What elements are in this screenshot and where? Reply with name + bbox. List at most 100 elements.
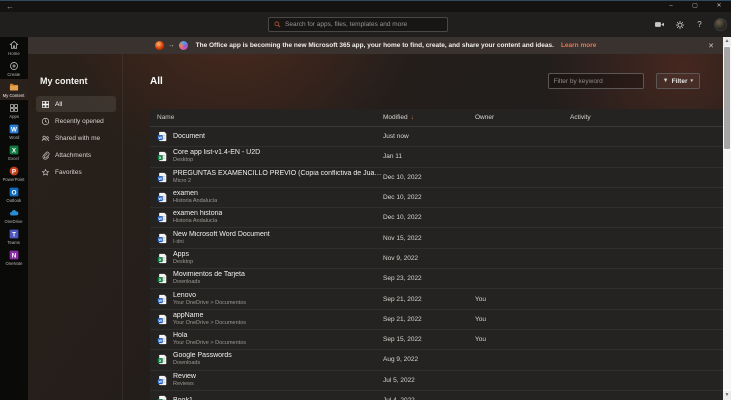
table-row[interactable]: X Movimientos de Tarjeta Downloads Sep 2… bbox=[150, 269, 723, 289]
help-icon[interactable]: ? bbox=[694, 19, 705, 30]
nav-rail-item-apps[interactable]: Apps bbox=[0, 100, 28, 121]
table-row[interactable]: X Apps Desktop Nov 9, 2022 bbox=[150, 249, 723, 269]
file-location: Desktop bbox=[173, 157, 260, 164]
settings-gear-icon[interactable] bbox=[674, 19, 685, 30]
filter-button[interactable]: ▼ Filter ▾ bbox=[656, 73, 700, 89]
sidebar-item-recent[interactable]: Recently opened bbox=[36, 113, 116, 129]
table-row[interactable]: W Lenovo Your OneDrive > Documentos Sep … bbox=[150, 289, 723, 309]
nav-rail-item-label: Teams bbox=[8, 240, 21, 245]
close-button[interactable]: ✕ bbox=[707, 1, 731, 12]
sidebar-item-attachments[interactable]: Attachments bbox=[36, 147, 116, 163]
table-row[interactable]: W appName Your OneDrive > Documentos Sep… bbox=[150, 310, 723, 330]
file-location: Reviews bbox=[173, 381, 196, 388]
svg-text:P: P bbox=[12, 168, 16, 175]
table-row[interactable]: W PREGUNTAS EXAMENCILLO PREVIO (Copia co… bbox=[150, 168, 723, 188]
search-box[interactable] bbox=[268, 17, 448, 32]
word-icon: W bbox=[9, 124, 19, 134]
clock-icon bbox=[41, 117, 50, 126]
file-location: Historia Andalucía bbox=[173, 218, 222, 225]
file-table: Name Modified↓ Owner Activity W Docume bbox=[150, 109, 723, 400]
table-row[interactable]: W examen Historia Andalucía Dec 10, 2022 bbox=[150, 188, 723, 208]
powerpoint-icon: P bbox=[9, 166, 19, 176]
nav-rail-item-excel[interactable]: X Excel bbox=[0, 142, 28, 163]
learn-more-link[interactable]: Learn more bbox=[561, 42, 596, 49]
file-modified: Sep 21, 2022 bbox=[383, 296, 475, 303]
nav-rail-item-onenote[interactable]: N OneNote bbox=[0, 247, 28, 268]
file-location: I-dni bbox=[173, 239, 270, 246]
file-modified: Nov 15, 2022 bbox=[383, 235, 475, 242]
file-modified: Jan 11 bbox=[383, 153, 475, 160]
nav-rail-item-teams[interactable]: T Teams bbox=[0, 226, 28, 247]
scroll-up-icon[interactable]: ▲ bbox=[723, 37, 731, 46]
file-name: Core app list-v1.4-EN - U2D bbox=[173, 149, 260, 157]
file-name: Review bbox=[173, 373, 196, 381]
nav-rail-item-word[interactable]: W Word bbox=[0, 121, 28, 142]
svg-text:W: W bbox=[158, 318, 162, 323]
table-row[interactable]: X Book1 Jul 4, 2022 bbox=[150, 391, 723, 400]
nav-rail-item-create[interactable]: Create bbox=[0, 58, 28, 79]
excel-file-icon: X bbox=[157, 273, 167, 284]
table-row[interactable]: W Review Reviews Jul 5, 2022 bbox=[150, 371, 723, 391]
scroll-down-icon[interactable]: ▼ bbox=[723, 391, 731, 400]
file-name: examen historia bbox=[173, 210, 222, 218]
meet-now-icon[interactable] bbox=[654, 19, 665, 30]
table-row[interactable]: W Document Just now bbox=[150, 127, 723, 147]
nav-rail-item-mycontent[interactable]: My Content bbox=[0, 79, 28, 100]
sidebar-item-label: Recently opened bbox=[55, 118, 104, 125]
word-file-icon: W bbox=[157, 294, 167, 305]
filter-keyword-input[interactable] bbox=[548, 73, 644, 89]
table-row[interactable]: X Google Passwords Downloads Aug 9, 2022 bbox=[150, 350, 723, 370]
file-modified: Sep 23, 2022 bbox=[383, 275, 475, 282]
file-location: Your OneDrive > Documentos bbox=[173, 340, 246, 347]
scrollbar-thumb[interactable] bbox=[724, 47, 730, 149]
file-owner: You bbox=[475, 336, 570, 343]
table-row[interactable]: W New Microsoft Word Document I-dni Nov … bbox=[150, 228, 723, 248]
sidebar-item-label: Attachments bbox=[55, 152, 91, 159]
sidebar-item-favorites[interactable]: Favorites bbox=[36, 164, 116, 180]
file-modified: Dec 10, 2022 bbox=[383, 174, 475, 181]
column-header-activity[interactable]: Activity bbox=[570, 114, 723, 121]
file-name: examen bbox=[173, 190, 217, 198]
table-row[interactable]: X Core app list-v1.4-EN - U2D Desktop Ja… bbox=[150, 147, 723, 167]
sidebar-item-label: All bbox=[55, 101, 62, 108]
word-file-icon: W bbox=[157, 192, 167, 203]
window-controls: – ▢ ✕ bbox=[659, 1, 731, 12]
column-header-name[interactable]: Name bbox=[150, 114, 383, 121]
svg-text:T: T bbox=[12, 231, 16, 238]
table-row[interactable]: W examen historia Historia Andalucía Dec… bbox=[150, 208, 723, 228]
svg-text:O: O bbox=[12, 189, 17, 196]
search-icon bbox=[274, 21, 281, 28]
nav-rail-item-home[interactable]: Home bbox=[0, 37, 28, 58]
office-app-window: ← – ▢ ✕ ? Home bbox=[0, 0, 731, 400]
table-row[interactable]: W Hola Your OneDrive > Documentos Sep 15… bbox=[150, 330, 723, 350]
word-file-icon: W bbox=[157, 233, 167, 244]
nav-rail-item-onedrive[interactable]: OneDrive bbox=[0, 205, 28, 226]
nav-rail-item-outlook[interactable]: O Outlook bbox=[0, 184, 28, 205]
minimize-button[interactable]: – bbox=[659, 1, 683, 12]
people-icon bbox=[41, 134, 50, 143]
svg-text:W: W bbox=[158, 135, 162, 140]
word-file-icon: W bbox=[157, 334, 167, 345]
filter-icon: ▼ bbox=[663, 78, 669, 84]
sidebar-item-shared[interactable]: Shared with me bbox=[36, 130, 116, 146]
office-logo-icon bbox=[155, 41, 164, 50]
sidebar-item-all[interactable]: All bbox=[36, 96, 116, 112]
profile-avatar[interactable] bbox=[714, 18, 727, 31]
column-header-modified[interactable]: Modified↓ bbox=[383, 114, 475, 121]
search-input[interactable] bbox=[285, 21, 442, 28]
banner-close-icon[interactable]: ✕ bbox=[708, 37, 714, 54]
file-modified: Sep 21, 2022 bbox=[383, 316, 475, 323]
file-location: Historia Andalucía bbox=[173, 198, 217, 205]
back-icon[interactable]: ← bbox=[6, 2, 14, 11]
file-location: Micro 2 bbox=[173, 178, 383, 185]
scrollbar[interactable]: ▲ ▼ bbox=[723, 37, 731, 400]
file-name: Book1 bbox=[173, 397, 193, 400]
nav-rail-item-powerpoint[interactable]: P PowerPoint bbox=[0, 163, 28, 184]
file-location: Downloads bbox=[173, 279, 245, 286]
column-header-owner[interactable]: Owner bbox=[475, 114, 570, 121]
maximize-button[interactable]: ▢ bbox=[683, 1, 707, 12]
filter-button-label: Filter bbox=[672, 78, 688, 85]
star-icon bbox=[41, 168, 50, 177]
svg-text:W: W bbox=[158, 298, 162, 303]
file-location: Your OneDrive > Documentos bbox=[173, 320, 246, 327]
